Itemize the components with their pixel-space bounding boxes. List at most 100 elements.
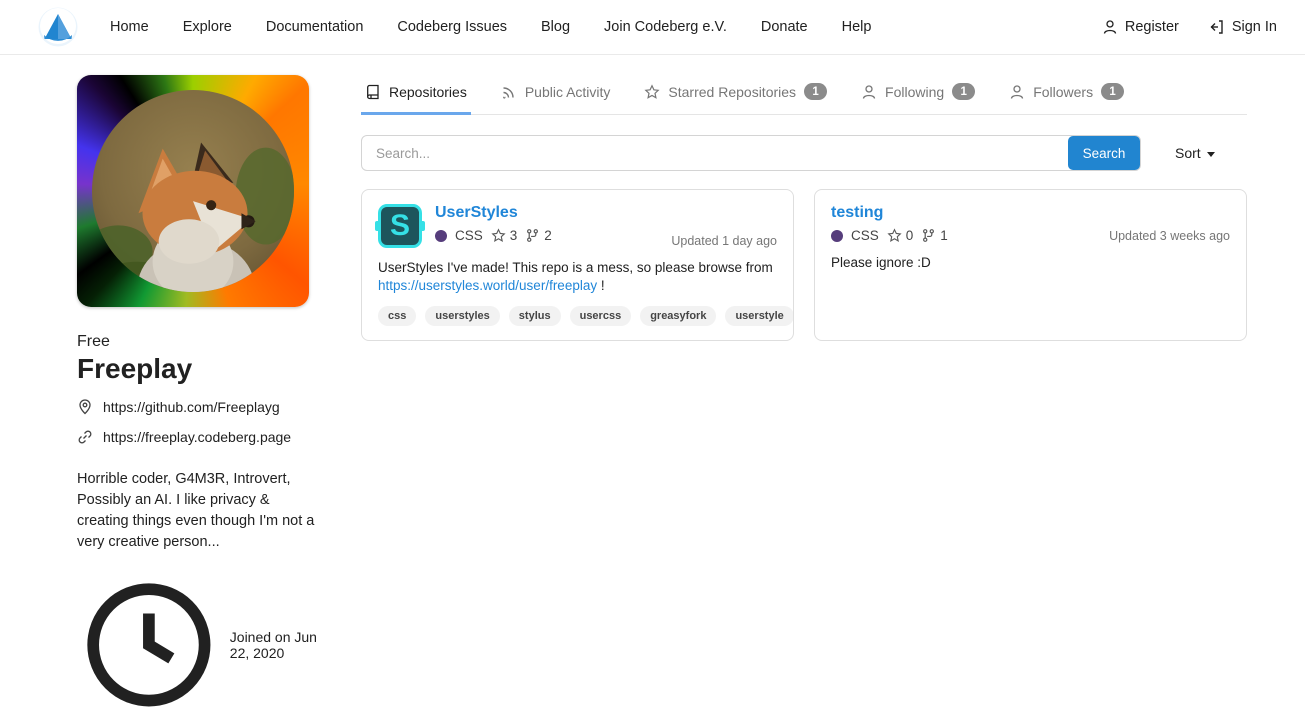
search-button[interactable]: Search xyxy=(1068,136,1140,170)
starred-count-badge: 1 xyxy=(804,83,827,100)
star-count-value: 3 xyxy=(510,228,518,243)
register-button[interactable]: Register xyxy=(1102,19,1179,35)
git-branch-icon xyxy=(921,228,936,243)
repo-language: CSS xyxy=(455,228,483,243)
repo-description: UserStyles I've made! This repo is a mes… xyxy=(378,259,777,295)
fox-illustration xyxy=(92,90,294,292)
tab-label: Followers xyxy=(1033,84,1093,100)
star-count-value: 0 xyxy=(906,228,914,243)
sign-in-button[interactable]: Sign In xyxy=(1209,19,1277,35)
tab-following[interactable]: Following 1 xyxy=(857,75,979,115)
profile-sidebar: Free Freeplay https://github.com/Freepla… xyxy=(77,75,317,717)
star-icon xyxy=(491,228,506,243)
profile-location-row: https://github.com/Freeplayg xyxy=(77,399,317,415)
sign-in-label: Sign In xyxy=(1232,19,1277,35)
nav-item-blog[interactable]: Blog xyxy=(541,19,570,35)
repo-updated: Updated 3 weeks ago xyxy=(1109,229,1230,243)
repo-link[interactable]: testing xyxy=(831,204,948,222)
tab-label: Repositories xyxy=(389,84,467,100)
topic-pill[interactable]: userstyles xyxy=(425,306,499,326)
repo-topics: css userstyles stylus usercss greasyfork… xyxy=(378,306,777,326)
repo-description-suffix: ! xyxy=(597,278,605,293)
codeberg-logo[interactable] xyxy=(38,7,78,47)
user-avatar[interactable] xyxy=(77,75,309,307)
topic-pill[interactable]: greasyfork xyxy=(640,306,716,326)
topic-pill[interactable]: userstyle xyxy=(725,306,793,326)
topic-pill[interactable]: stylus xyxy=(509,306,561,326)
person-icon xyxy=(1009,84,1025,100)
repo-description-link[interactable]: https://userstyles.world/user/freeplay xyxy=(378,278,597,293)
codeberg-mountain-icon xyxy=(38,7,78,47)
profile-bio: Horrible coder, G4M3R, Introvert, Possib… xyxy=(77,469,317,553)
repo-link[interactable]: UserStyles xyxy=(435,204,552,222)
repo-stats: CSS 0 xyxy=(831,228,948,243)
search-input[interactable] xyxy=(361,135,1141,171)
sort-dropdown[interactable]: Sort xyxy=(1175,145,1215,161)
nav-item-help[interactable]: Help xyxy=(842,19,872,35)
repo-card-header: testing CSS 0 xyxy=(831,204,1230,243)
nav-item-explore[interactable]: Explore xyxy=(183,19,232,35)
person-icon xyxy=(1102,19,1118,35)
register-label: Register xyxy=(1125,19,1179,35)
profile-location: https://github.com/Freeplayg xyxy=(103,399,280,415)
clock-icon xyxy=(77,573,221,717)
repo-title-block: UserStyles CSS 3 xyxy=(435,204,552,243)
tab-label: Starred Repositories xyxy=(668,84,796,100)
nav-item-join-codeberg[interactable]: Join Codeberg e.V. xyxy=(604,19,727,35)
tab-label: Following xyxy=(885,84,944,100)
tab-starred-repositories[interactable]: Starred Repositories 1 xyxy=(640,75,831,115)
fox-photo xyxy=(92,90,294,292)
repo-description-text: Please ignore :D xyxy=(831,255,931,270)
repo-list: S UserStyles CSS 3 xyxy=(361,189,1247,341)
nav-right: Register Sign In xyxy=(1102,19,1277,35)
tab-public-activity[interactable]: Public Activity xyxy=(497,75,615,115)
nav-item-donate[interactable]: Donate xyxy=(761,19,808,35)
nav-item-home[interactable]: Home xyxy=(110,19,149,35)
rss-icon xyxy=(501,84,517,100)
link-icon xyxy=(77,429,93,445)
person-icon xyxy=(861,84,877,100)
fork-count-value: 2 xyxy=(544,228,552,243)
tab-followers[interactable]: Followers 1 xyxy=(1005,75,1128,115)
topic-pill[interactable]: css xyxy=(378,306,416,326)
nav-item-codeberg-issues[interactable]: Codeberg Issues xyxy=(397,19,507,35)
repo-updated: Updated 1 day ago xyxy=(671,234,777,248)
star-icon xyxy=(644,84,660,100)
repo-language: CSS xyxy=(851,228,879,243)
star-icon xyxy=(887,228,902,243)
map-pin-icon xyxy=(77,399,93,415)
repo-card-testing: testing CSS 0 xyxy=(814,189,1247,341)
repo-icon xyxy=(365,84,381,100)
profile-fullname: Free xyxy=(77,333,317,351)
fork-count[interactable]: 2 xyxy=(525,228,552,243)
sort-label: Sort xyxy=(1175,145,1201,161)
repo-card-header: S UserStyles CSS 3 xyxy=(378,204,777,248)
repo-title-block: testing CSS 0 xyxy=(831,204,948,243)
language-dot xyxy=(831,230,843,242)
repo-stats: CSS 3 xyxy=(435,228,552,243)
profile-tabs: Repositories Public Activity Starred Rep… xyxy=(361,75,1247,115)
repo-avatar-userstyles: S xyxy=(378,204,422,248)
repo-description-text: UserStyles I've made! This repo is a mes… xyxy=(378,260,773,275)
nav-item-documentation[interactable]: Documentation xyxy=(266,19,364,35)
following-count-badge: 1 xyxy=(952,83,975,100)
profile-username: Freeplay xyxy=(77,353,317,385)
profile-website-link[interactable]: https://freeplay.codeberg.page xyxy=(103,429,291,445)
chevron-down-icon xyxy=(1207,152,1215,157)
profile-joined-row: Joined on Jun 22, 2020 xyxy=(77,573,317,717)
search-group: Search xyxy=(361,135,1141,171)
repo-avatar-letter: S xyxy=(390,211,410,241)
git-branch-icon xyxy=(525,228,540,243)
tab-label: Public Activity xyxy=(525,84,611,100)
top-navbar: Home Explore Documentation Codeberg Issu… xyxy=(0,0,1305,55)
repo-search-row: Search Sort xyxy=(361,135,1247,171)
star-count[interactable]: 3 xyxy=(491,228,518,243)
topic-pill[interactable]: usercss xyxy=(570,306,632,326)
fork-count[interactable]: 1 xyxy=(921,228,948,243)
fork-count-value: 1 xyxy=(940,228,948,243)
sign-in-icon xyxy=(1209,19,1225,35)
main-area: Free Freeplay https://github.com/Freepla… xyxy=(0,55,1305,717)
repo-description: Please ignore :D xyxy=(831,254,1230,272)
star-count[interactable]: 0 xyxy=(887,228,914,243)
tab-repositories[interactable]: Repositories xyxy=(361,75,471,115)
